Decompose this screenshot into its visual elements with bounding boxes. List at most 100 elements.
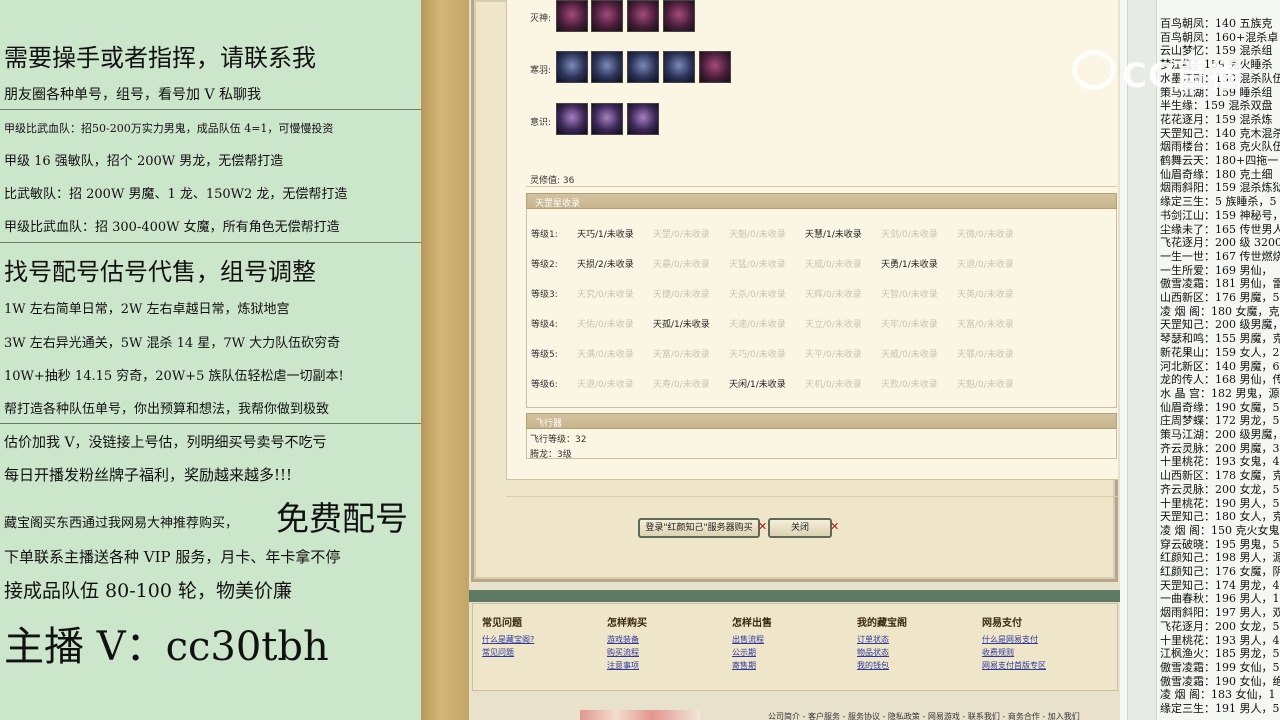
footer-link[interactable]: 什么是网易支付 [982, 634, 1038, 645]
flight-level: 飞行等级：32 [530, 435, 587, 445]
overlay-line-12: 估价加我 V，没链接上号估，列明细买号卖号不吃亏 [4, 435, 327, 451]
tier-cell: 天损/2/未收录 [577, 260, 634, 270]
login-server-buy-button[interactable]: 登录"红颜知己"服务器购买 [638, 518, 760, 538]
tier-cell: 天魁/0/未收录 [729, 230, 786, 240]
tier-cell: 天捷/0/未收录 [653, 290, 710, 300]
equip-row-label: 灭神: [530, 14, 552, 24]
overlay-divider [0, 242, 421, 243]
overlay-divider [0, 423, 421, 424]
tier-cell: 天剑/0/未收录 [881, 230, 938, 240]
equipment-icon[interactable] [591, 103, 623, 135]
tier-cell: 天罡/0/未收录 [653, 230, 710, 240]
tier-cell: 天威/0/未收录 [805, 260, 862, 270]
footer-link[interactable]: 出售流程 [732, 634, 764, 645]
footer-link[interactable]: 常见问题 [482, 647, 514, 658]
listing-list: 百鸟朝凤：140 五族克 百鸟朝凤：160+混杀卓 云山梦忆：159 混杀组 梦江红：… [1160, 0, 1280, 720]
footer-link[interactable]: 什么是藏宝阁? [482, 634, 534, 645]
overlay-line-13: 每日开播发粉丝牌子福利，奖励越来越多!!! [4, 466, 293, 484]
divider [526, 186, 1117, 187]
equipment-icon[interactable] [627, 0, 659, 32]
overlay-divider [0, 109, 421, 110]
flight-title: 飞行器 [535, 419, 563, 429]
tier-cell: 天牢/0/未收录 [881, 320, 938, 330]
footer-link[interactable]: 物品状态 [857, 647, 889, 658]
equipment-icon[interactable] [556, 103, 588, 135]
tier-cell: 天猛/0/未收录 [729, 260, 786, 270]
equipment-icon[interactable] [591, 0, 623, 32]
tier-label: 等级3: [531, 290, 558, 300]
overlay-free-match: 免费配号 [276, 499, 408, 538]
divider [506, 496, 1118, 497]
tier-cell: 天巧/1/未收录 [577, 230, 634, 240]
equipment-icon[interactable] [663, 0, 695, 32]
close-x-icon: ✕ [830, 520, 840, 533]
tier-cell: 天满/0/未收录 [577, 350, 634, 360]
tier-cell: 天魁/0/未收录 [957, 380, 1014, 390]
overlay-line-3: 甲级比武血队：招50-200万实力男鬼，成品队伍 4=1，可慢慢投资 [4, 122, 334, 135]
close-button[interactable]: 关闭 [768, 518, 832, 538]
overlay-contact: 主播 V：cc30tbh [4, 624, 329, 670]
footer-link[interactable]: 我的钱包 [857, 660, 889, 671]
footer-link[interactable]: 注意事项 [607, 660, 639, 671]
tier-cell: 天杀/0/未收录 [729, 290, 786, 300]
sidebar-scrollbar[interactable] [1127, 0, 1157, 720]
overlay-line-1: 需要操手或者指挥，请联系我 [4, 44, 316, 72]
footer-link[interactable]: 网易支付首版专区 [982, 660, 1046, 671]
footer-link[interactable]: 公示期 [732, 647, 756, 658]
overlay-line-5: 比武敏队：招 200W 男魔、1 龙、150W2 龙，无偿帮打造 [4, 187, 348, 202]
footer-column-heading: 网易支付 [982, 618, 1022, 629]
footer-link[interactable]: 寄售期 [732, 660, 756, 671]
tier-cell: 天辉/0/未收录 [805, 290, 862, 300]
footer-link[interactable]: 游戏装备 [607, 634, 639, 645]
tier-cell: 天勇/1/未收录 [881, 260, 938, 270]
flight-upgrade: 腾龙：3级 [530, 450, 572, 460]
tier-label: 等级6: [531, 380, 558, 390]
overlay-line-7: 找号配号估号代售，组号调整 [4, 258, 316, 286]
tier-cell: 天智/0/未收录 [881, 290, 938, 300]
overlay-line-8: 1W 左右简单日常，2W 左右卓越日常，炼狱地宫 [4, 302, 290, 317]
footer-link[interactable]: 收费规则 [982, 647, 1014, 658]
equip-row-label: 寒羽: [530, 66, 552, 76]
tier-label: 等级1: [531, 230, 558, 240]
page-background-strip [421, 0, 469, 720]
equipment-icon[interactable] [556, 51, 588, 83]
tier-cell: 天暴/0/未收录 [653, 260, 710, 270]
equipment-icon[interactable] [627, 51, 659, 83]
footer-column-heading: 我的藏宝阁 [857, 618, 907, 629]
tier-cell: 天慧/1/未收录 [805, 230, 862, 240]
overlay-line-9: 3W 左右异光通关，5W 混杀 14 星，7W 大力队伍砍穷奇 [4, 336, 341, 351]
equipment-icon[interactable] [627, 103, 659, 135]
tier-cell: 天闲/1/未收录 [729, 380, 786, 390]
tier-cell: 天寿/0/未收录 [653, 380, 710, 390]
equipment-icon[interactable] [591, 51, 623, 83]
footer-column-heading: 怎样出售 [732, 618, 772, 629]
equipment-icon[interactable] [699, 51, 731, 83]
overlay-line-15: 下单联系主播送各种 VIP 服务，月卡、年卡拿不停 [4, 548, 341, 566]
overlay-line-6: 甲级比武血队：招 300-400W 女魔，所有角色无偿帮打造 [4, 220, 340, 235]
footer-divider-strip [469, 590, 1120, 602]
tier-cell: 天富/0/未收录 [957, 320, 1014, 330]
equipment-icon[interactable] [663, 51, 695, 83]
footer-bottom-links[interactable]: 公司简介 - 客户服务 - 服务协议 - 隐私政策 - 网易游戏 - 联系我们 … [768, 711, 1080, 720]
tier-cell: 天速/0/未收录 [729, 320, 786, 330]
overlay-line-10: 10W+抽秒 14.15 穷奇，20W+5 族队伍轻松虐一切副本! [4, 369, 344, 384]
tier-cell: 天佑/0/未收录 [577, 320, 634, 330]
footer-logo [580, 710, 700, 720]
footer-link[interactable]: 购买流程 [607, 647, 639, 658]
tier-cell: 天罪/0/未收录 [957, 350, 1014, 360]
listing-item[interactable]: 缘定三生：191 男人，5 [1160, 700, 1280, 716]
tier-cell: 天孤/1/未收录 [653, 320, 710, 330]
tier-cell: 天英/0/未收录 [957, 290, 1014, 300]
equipment-icon[interactable] [556, 0, 588, 32]
overlay-line-4: 甲级 16 强敏队，招个 200W 男龙，无偿帮打造 [4, 154, 284, 169]
tier-cell: 天平/0/未收录 [805, 350, 862, 360]
tier-label: 等级4: [531, 320, 558, 330]
footer-column-heading: 怎样购买 [607, 618, 647, 629]
flight-section-header: 飞行器 [526, 413, 1117, 429]
footer-link[interactable]: 订单状态 [857, 634, 889, 645]
close-x-icon: ✕ [758, 520, 768, 533]
spirit-value: 灵修值: 36 [530, 176, 575, 186]
tier-cell: 天究/0/未收录 [577, 290, 634, 300]
cc-watermark: CC直播 [1072, 48, 1280, 96]
tianjun-section [526, 193, 1117, 408]
